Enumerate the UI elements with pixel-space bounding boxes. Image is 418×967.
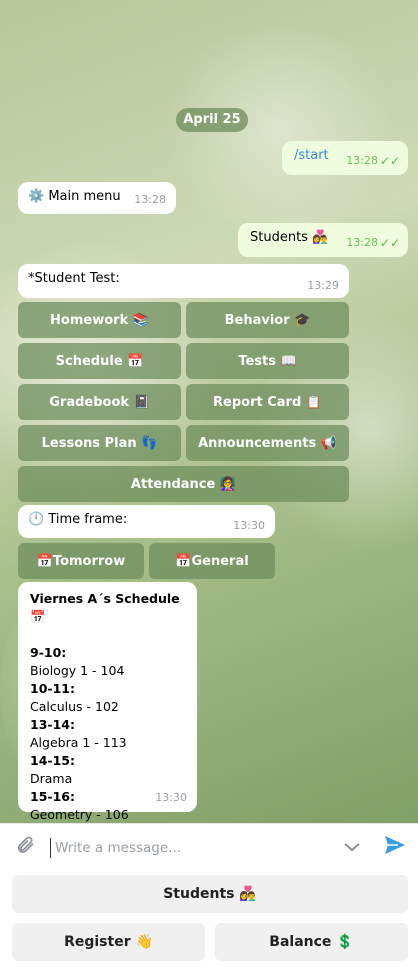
- read-ticks-icon: ✓✓: [379, 154, 400, 168]
- send-icon[interactable]: [372, 834, 418, 862]
- reply-keyboard: Students 👩‍❤️‍👨 Register 👋 Balance 💲: [0, 871, 418, 967]
- message-text: Students 👩‍❤️‍👨: [250, 230, 329, 245]
- schedule-slot: 10-11:: [30, 681, 75, 696]
- message-text: *Student Test:: [28, 271, 120, 286]
- tomorrow-button[interactable]: 📅Tomorrow: [18, 543, 144, 579]
- schedule-subject: Biology 1 - 104: [30, 663, 125, 678]
- general-button[interactable]: 📅General: [149, 543, 275, 579]
- balance-reply-button[interactable]: Balance 💲: [215, 923, 408, 961]
- chevron-down-icon[interactable]: [332, 838, 372, 857]
- schedule-title: Viernes A´s Schedule 📅: [30, 591, 180, 624]
- attendance-button[interactable]: Attendance 👩‍🏫: [18, 466, 349, 502]
- register-reply-button[interactable]: Register 👋: [12, 923, 205, 961]
- schedule-button[interactable]: Schedule 📅: [18, 343, 181, 379]
- message-composer: Write a message...: [0, 823, 418, 871]
- message-time: 13:28: [346, 236, 378, 249]
- message-start[interactable]: /start 13:28 ✓✓: [282, 141, 408, 175]
- clock-icon: 🕛: [28, 512, 45, 527]
- gear-icon: ⚙️: [28, 189, 45, 204]
- read-ticks-icon: ✓✓: [379, 236, 400, 250]
- paperclip-icon[interactable]: [0, 835, 50, 860]
- students-reply-button[interactable]: Students 👩‍❤️‍👨: [12, 875, 408, 913]
- report-card-button[interactable]: Report Card 📋: [186, 384, 349, 420]
- message-student-test[interactable]: *Student Test: 13:29: [18, 264, 349, 298]
- announcements-button[interactable]: Announcements 📢: [186, 425, 349, 461]
- homework-button[interactable]: Homework 📚: [18, 302, 181, 338]
- schedule-slot: 14-15:: [30, 753, 75, 768]
- schedule-slot: 13-14:: [30, 717, 75, 732]
- behavior-button[interactable]: Behavior 🎓: [186, 302, 349, 338]
- message-time: 13:28: [134, 193, 166, 206]
- message-input[interactable]: Write a message...: [50, 837, 332, 858]
- message-text: Time frame:: [48, 512, 128, 527]
- message-time: 13:29: [307, 279, 339, 292]
- message-main-menu[interactable]: ⚙️ Main menu 13:28: [18, 182, 176, 214]
- date-separator: April 25: [176, 108, 248, 132]
- message-text: Main menu: [48, 189, 121, 204]
- message-schedule[interactable]: Viernes A´s Schedule 📅 9-10: Biology 1 -…: [18, 582, 197, 822]
- schedule-subject: Algebra 1 - 113: [30, 735, 127, 750]
- message-students[interactable]: Students 👩‍❤️‍👨 13:28 ✓✓: [238, 223, 408, 257]
- tests-button[interactable]: Tests 📖: [186, 343, 349, 379]
- message-time: 13:28: [346, 154, 378, 167]
- lessons-plan-button[interactable]: Lessons Plan 👣: [18, 425, 181, 461]
- message-time: 13:30: [155, 791, 187, 804]
- schedule-slot: 9-10:: [30, 645, 67, 660]
- command-link[interactable]: /start: [294, 148, 329, 163]
- message-time: 13:30: [233, 519, 265, 532]
- schedule-subject: Calculus - 102: [30, 699, 119, 714]
- message-time-frame[interactable]: 🕛 Time frame: 13:30: [18, 505, 275, 538]
- schedule-subject: Geometry - 106: [30, 807, 129, 822]
- schedule-subject: Drama: [30, 771, 73, 786]
- gradebook-button[interactable]: Gradebook 📓: [18, 384, 181, 420]
